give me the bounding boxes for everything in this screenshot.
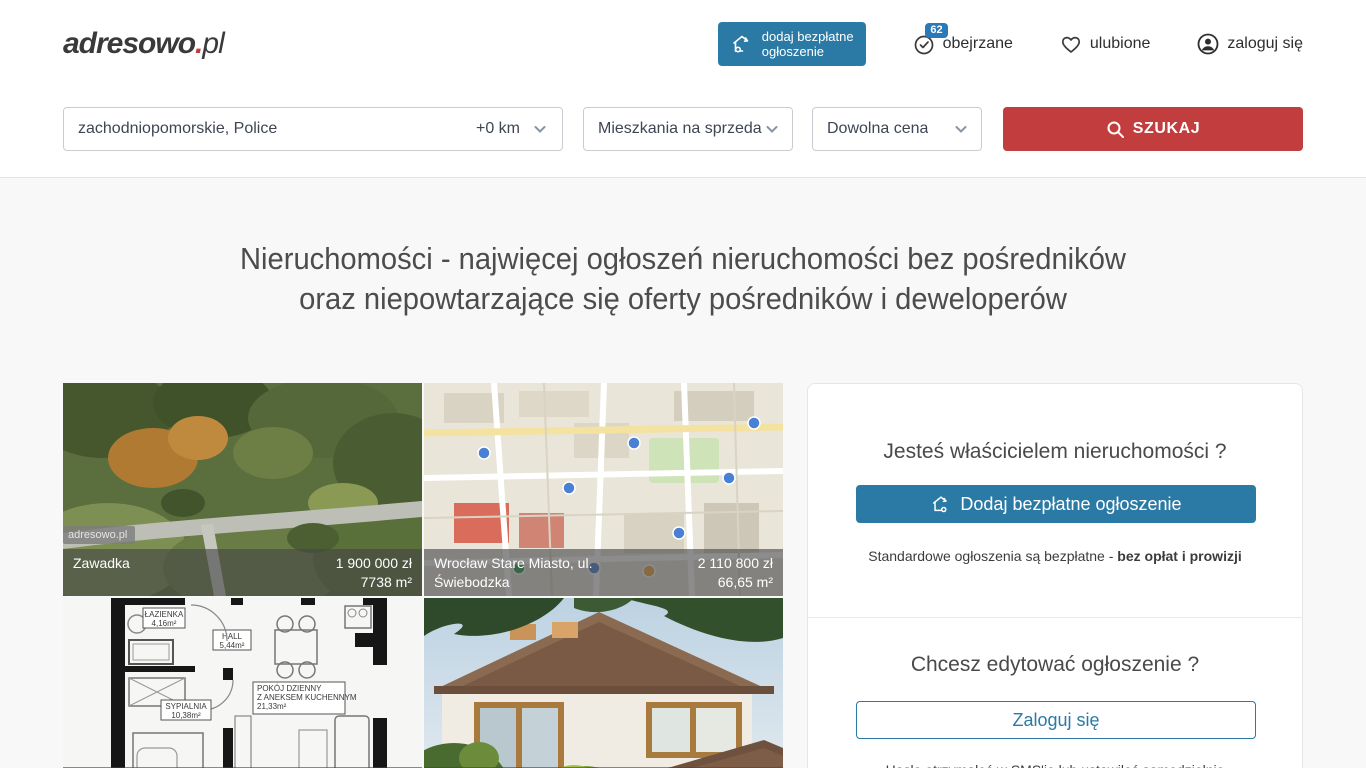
edit-heading: Chcesz edytować ogłoszenie ? xyxy=(856,653,1254,677)
svg-text:5,44m²: 5,44m² xyxy=(220,641,245,650)
search-bar: zachodniopomorskie, Police +0 km Mieszka… xyxy=(63,88,1303,177)
logo-tld: pl xyxy=(202,27,223,60)
search-submit-button[interactable]: SZUKAJ xyxy=(1003,107,1303,151)
svg-text:21,33m²: 21,33m² xyxy=(257,702,287,711)
owner-note: Standardowe ogłoszenia są bezpłatne - be… xyxy=(856,548,1254,564)
svg-text:POKÓJ DZIENNY: POKÓJ DZIENNY xyxy=(257,684,322,693)
listing-card-house[interactable]: Skierniewice Rawka, ul. 1 100 000 zł xyxy=(424,598,783,768)
price-value: Dowolna cena xyxy=(827,120,928,138)
edit-note: Hasło otrzymałeś w SMS'ie lub ustawiłeś … xyxy=(856,762,1254,768)
favorites-label: ulubione xyxy=(1090,35,1151,53)
floor-plan-image: ŁAZIENKA 4,16m² HALL 5,44m² xyxy=(63,598,422,768)
svg-text:10,38m²: 10,38m² xyxy=(171,711,201,720)
sidebar-divider xyxy=(808,617,1302,618)
svg-text:4,16m²: 4,16m² xyxy=(152,619,177,628)
listing-area: 7738 m² xyxy=(336,573,412,592)
user-circle-icon xyxy=(1196,32,1220,56)
location-value: zachodniopomorskie, Police xyxy=(78,120,277,138)
listing-price: 1 900 000 zł xyxy=(336,554,412,573)
page-title: Nieruchomości - najwięcej ogłoszeń nieru… xyxy=(41,239,1325,319)
add-listing-label: dodaj bezpłatne ogłoszenie xyxy=(762,29,854,59)
listing-card-aerial[interactable]: adresowo.pl Zawadka 1 900 000 zł 7738 m² xyxy=(63,383,422,596)
svg-text:HALL: HALL xyxy=(222,632,243,641)
sidebar-add-listing-label: Dodaj bezpłatne ogłoszenie xyxy=(960,494,1181,515)
search-submit-label: SZUKAJ xyxy=(1133,120,1201,138)
search-icon xyxy=(1106,120,1125,139)
radius-value: +0 km xyxy=(476,120,520,138)
category-value: Mieszkania na sprzeda xyxy=(598,120,762,138)
listing-card-floorplan[interactable]: ŁAZIENKA 4,16m² HALL 5,44m² xyxy=(63,598,422,768)
viewed-label: obejrzane xyxy=(943,35,1013,53)
viewed-count-badge: 62 xyxy=(925,23,947,38)
sidebar-login-button[interactable]: Zaloguj się xyxy=(856,701,1256,739)
add-listing-button[interactable]: dodaj bezpłatne ogłoszenie xyxy=(718,22,866,66)
chevron-down-icon xyxy=(764,121,780,137)
svg-text:Z ANEKSEM KUCHENNYM: Z ANEKSEM KUCHENNYM xyxy=(257,693,357,702)
house-photo-image xyxy=(424,598,783,768)
listing-title: Zawadka xyxy=(73,554,130,592)
owner-heading: Jesteś właścicielem nieruchomości ? xyxy=(856,440,1254,464)
site-logo[interactable]: adresowo.pl xyxy=(63,27,224,61)
image-watermark: adresowo.pl xyxy=(63,526,135,544)
house-plus-icon xyxy=(730,32,754,56)
chevron-down-icon[interactable] xyxy=(532,121,548,137)
nav-favorites[interactable]: ulubione xyxy=(1059,32,1151,56)
header-nav: dodaj bezpłatne ogłoszenie 62 xyxy=(718,22,1303,66)
sidebar: Jesteś właścicielem nieruchomości ? Doda… xyxy=(807,383,1303,768)
listing-price: 2 110 800 zł xyxy=(698,554,773,573)
price-select[interactable]: Dowolna cena xyxy=(812,107,982,151)
owner-panel: Jesteś właścicielem nieruchomości ? Doda… xyxy=(807,383,1303,768)
main-content: Nieruchomości - najwięcej ogłoszeń nieru… xyxy=(0,178,1366,768)
listing-info-bar: Zawadka 1 900 000 zł 7738 m² xyxy=(63,549,422,596)
listing-title: Wrocław Stare Miasto, ul. Świebodzka xyxy=(434,554,634,592)
listing-area: 66,65 m² xyxy=(698,573,773,592)
svg-text:ŁAZIENKA: ŁAZIENKA xyxy=(145,610,184,619)
nav-viewed[interactable]: 62 obejrzane xyxy=(912,32,1013,56)
login-label: zaloguj się xyxy=(1227,35,1303,53)
sidebar-add-listing-button[interactable]: Dodaj bezpłatne ogłoszenie xyxy=(856,485,1256,523)
heart-icon xyxy=(1059,32,1083,56)
svg-text:SYPIALNIA: SYPIALNIA xyxy=(165,702,207,711)
category-select[interactable]: Mieszkania na sprzeda xyxy=(583,107,793,151)
location-input[interactable]: zachodniopomorskie, Police +0 km xyxy=(63,107,563,151)
nav-login[interactable]: zaloguj się xyxy=(1196,32,1303,56)
site-header: adresowo.pl dodaj bezpłatne xyxy=(0,0,1366,178)
sidebar-login-label: Zaloguj się xyxy=(1012,710,1099,731)
listings-grid: adresowo.pl Zawadka 1 900 000 zł 7738 m² xyxy=(63,383,783,768)
logo-name: adresowo xyxy=(63,27,195,60)
chevron-down-icon xyxy=(953,121,969,137)
listing-card-map[interactable]: Wrocław Stare Miasto, ul. Świebodzka 2 1… xyxy=(424,383,783,596)
house-plus-icon xyxy=(930,493,952,515)
listing-info-bar: Wrocław Stare Miasto, ul. Świebodzka 2 1… xyxy=(424,549,783,596)
